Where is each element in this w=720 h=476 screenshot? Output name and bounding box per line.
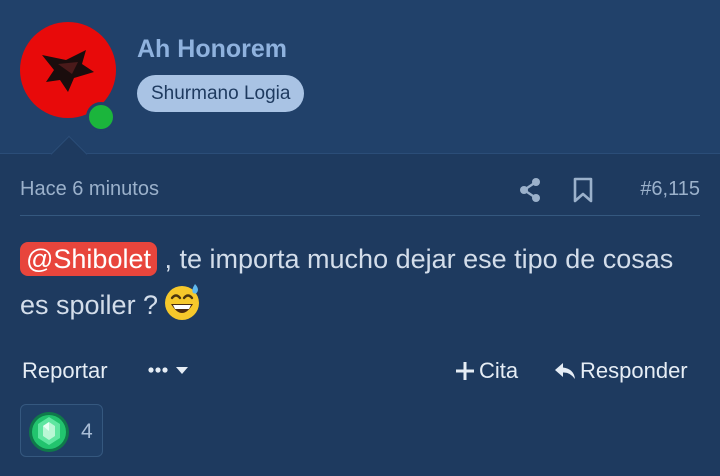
- reply-button[interactable]: Responder: [554, 358, 688, 384]
- quote-button[interactable]: Cita: [455, 358, 518, 384]
- bookmark-icon[interactable]: [572, 177, 594, 203]
- reaction-summary[interactable]: 4: [20, 404, 103, 457]
- post-timestamp[interactable]: Hace 6 minutos: [20, 178, 159, 201]
- reaction-count: 4: [81, 420, 93, 443]
- more-dots-icon: [148, 367, 154, 373]
- post-actions: Reportar Cita Responder: [22, 354, 702, 390]
- report-button[interactable]: Reportar: [22, 358, 108, 384]
- post-meta: Hace 6 minutos #6,115: [20, 176, 700, 216]
- post-number[interactable]: #6,115: [640, 178, 700, 201]
- green-gem-icon: [29, 412, 69, 452]
- quote-label: Cita: [479, 358, 519, 383]
- online-status-indicator: [86, 102, 116, 132]
- chevron-down-icon: [176, 367, 188, 374]
- share-icon[interactable]: [518, 176, 542, 204]
- user-title-badge: Shurmano Logia: [137, 75, 305, 112]
- username[interactable]: Ah Honorem: [137, 35, 287, 64]
- more-options-menu[interactable]: [146, 354, 194, 386]
- plus-icon: [456, 362, 474, 380]
- post-header: Ah Honorem Shurmano Logia: [0, 0, 720, 154]
- post-body: @Shibolet , te importa mucho dejar ese t…: [20, 236, 700, 328]
- reply-label: Responder: [580, 358, 688, 383]
- reply-arrow-icon: [555, 363, 575, 379]
- user-mention[interactable]: @Shibolet: [20, 242, 157, 276]
- grinning-sweat-emoji-icon: [165, 284, 200, 320]
